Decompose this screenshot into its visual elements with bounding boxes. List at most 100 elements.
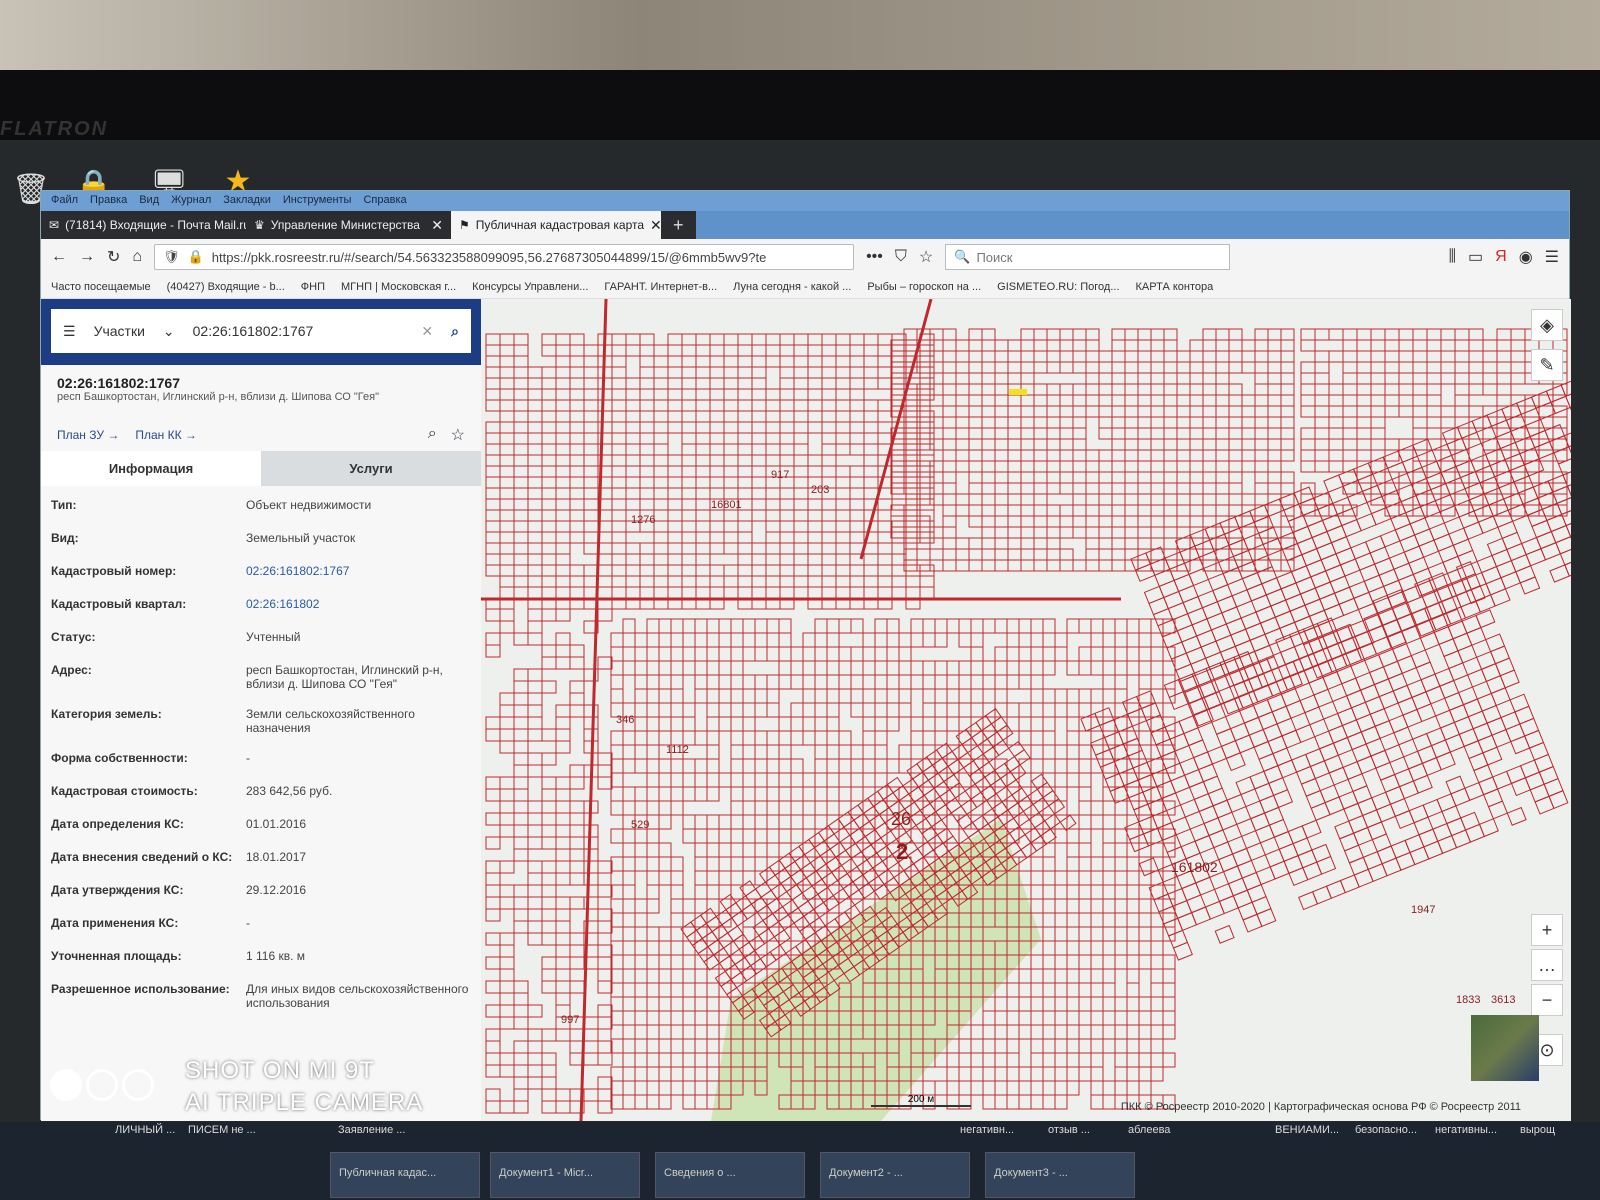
parcel (1259, 794, 1280, 814)
favorite-star-icon[interactable]: ☆ (451, 425, 465, 445)
parcel (583, 476, 599, 489)
bookmark-item[interactable]: Рыбы – гороскоп на ... (867, 281, 981, 293)
menu-history[interactable]: Журнал (171, 194, 211, 208)
parcel (754, 881, 772, 898)
taskbar-button[interactable]: Документ1 - Micr... (490, 1152, 640, 1198)
clear-icon[interactable]: ✕ (421, 323, 433, 340)
zoom-out-button[interactable]: − (1531, 984, 1563, 1016)
pocket-icon[interactable]: ⛉ (895, 248, 907, 266)
menu-help[interactable]: Справка (363, 194, 406, 208)
bookmark-star-icon[interactable]: ☆ (919, 247, 933, 267)
bookmark-item[interactable]: ФНП (301, 281, 325, 293)
close-tab-icon[interactable]: ✕ (431, 217, 443, 234)
close-tab-icon[interactable]: ✕ (650, 217, 661, 234)
parcel (527, 692, 543, 706)
bookmark-item[interactable]: Часто посещаемые (51, 281, 151, 293)
tab-mail[interactable]: ✉(71814) Входящие - Почта Mail.ru✕ (41, 211, 246, 239)
tab-information[interactable]: Информация (41, 451, 261, 486)
parcel (910, 632, 924, 648)
bookmark-item[interactable]: МГНП | Московская г... (341, 281, 456, 293)
plan-kk-link[interactable]: План КК → (135, 428, 197, 442)
more-options-button[interactable]: … (1531, 949, 1563, 981)
search-input[interactable]: 🔍 Поиск (945, 244, 1231, 270)
parcel (1356, 416, 1372, 429)
taskbar-button[interactable]: Сведения о ... (655, 1152, 805, 1198)
parcel (723, 432, 739, 445)
parcel (793, 586, 809, 599)
bookmark-item[interactable]: (40427) Входящие - b... (167, 281, 285, 293)
parcel (982, 1080, 996, 1096)
parcel (485, 432, 501, 445)
tab-cadastral-map[interactable]: ⚑ Публичная кадастровая карта ✕ (451, 211, 661, 239)
parcel (1046, 383, 1061, 396)
bookmark-item[interactable]: Луна сегодня - какой ... (733, 281, 851, 293)
more-icon[interactable]: ••• (866, 248, 883, 266)
zoom-in-button[interactable]: + (1531, 914, 1563, 946)
parcel (1137, 427, 1152, 440)
back-icon[interactable]: ← (51, 248, 67, 266)
library-icon[interactable]: ⫼ (1449, 248, 1456, 266)
bookmark-item[interactable]: КАРТА контора (1136, 281, 1214, 293)
tab-services[interactable]: Услуги (261, 451, 481, 486)
parcel (499, 520, 515, 533)
basemap-thumbnail[interactable] (1471, 1015, 1539, 1081)
menu-tools[interactable]: Инструменты (283, 194, 352, 208)
hamburger-menu-icon[interactable]: ☰ (1545, 247, 1559, 267)
taskbar-button[interactable]: Публичная кадас... (330, 1152, 480, 1198)
parcel (1018, 646, 1032, 662)
parcel (751, 443, 767, 456)
parcel (1090, 954, 1104, 970)
parcel (1457, 549, 1478, 569)
bookmark-item[interactable]: ГАРАНТ. Интернет-в... (604, 281, 717, 293)
search-type-select[interactable]: Участки (94, 323, 145, 339)
tab-ministry[interactable]: ♛ Управление Министерства ✕ (246, 211, 451, 239)
parcel (499, 788, 515, 802)
menu-view[interactable]: Вид (139, 194, 159, 208)
layers-icon[interactable]: ◈ (1531, 309, 1563, 341)
parcel (778, 884, 792, 900)
parcel (1228, 438, 1243, 451)
menu-icon[interactable]: ☰ (63, 323, 76, 340)
parcel (658, 702, 672, 718)
parcel (1418, 828, 1439, 848)
search-icon[interactable]: ⌕ (451, 323, 459, 340)
camera-watermark: SHOT ON MI 9T AI TRIPLE CAMERA (50, 1055, 423, 1119)
parcel (667, 542, 683, 555)
parcel (583, 1016, 599, 1030)
bookmark-item[interactable]: GISMETEO.RU: Погод... (997, 281, 1119, 293)
info-value[interactable]: 02:26:161802:1767 (246, 564, 471, 581)
taskbar-button[interactable]: Документ2 - ... (820, 1152, 970, 1198)
parcel (583, 542, 599, 555)
chevron-down-icon[interactable]: ⌄ (163, 323, 175, 340)
menu-edit[interactable]: Правка (90, 194, 127, 208)
bookmark-item[interactable]: Консурсы Управлени... (472, 281, 588, 293)
zoom-to-icon[interactable]: ⌕ (428, 425, 437, 445)
parcel (694, 842, 708, 858)
info-row: Дата применения КС: - (51, 908, 471, 941)
info-value[interactable]: 02:26:161802 (246, 597, 471, 614)
menu-file[interactable]: Файл (51, 194, 78, 208)
cadastral-search-input[interactable]: 02:26:161802:1767 (193, 323, 404, 339)
parcel (1114, 898, 1128, 914)
parcel (555, 487, 571, 500)
reload-icon[interactable]: ↻ (107, 247, 120, 267)
parcel (1033, 460, 1048, 473)
account-icon[interactable]: ◉ (1519, 247, 1533, 267)
plan-zu-link[interactable]: План ЗУ → (57, 428, 119, 442)
yandex-icon[interactable]: Я (1495, 248, 1507, 266)
info-value: Земельный участок (246, 531, 356, 545)
parcel (779, 355, 795, 368)
parcel (485, 1088, 501, 1102)
taskbar-button[interactable]: Документ3 - ... (985, 1152, 1135, 1198)
ruler-icon[interactable]: ✎ (1531, 349, 1563, 381)
forward-icon[interactable]: → (79, 248, 95, 266)
home-icon[interactable]: ⌂ (132, 248, 142, 266)
url-bar[interactable]: 🛡 🔒 https://pkk.rosreestr.ru/#/search/54… (154, 244, 855, 270)
parcel (867, 790, 885, 808)
parcel (737, 542, 753, 555)
new-tab-button[interactable]: + (661, 211, 696, 239)
sidebar-icon[interactable]: ▭ (1468, 247, 1483, 267)
parcel (1078, 996, 1092, 1012)
menu-bookmarks[interactable]: Закладки (223, 194, 271, 208)
cadastral-map[interactable]: 16801 161802 917 203 1276 1947 26 2 997 … (481, 299, 1571, 1121)
